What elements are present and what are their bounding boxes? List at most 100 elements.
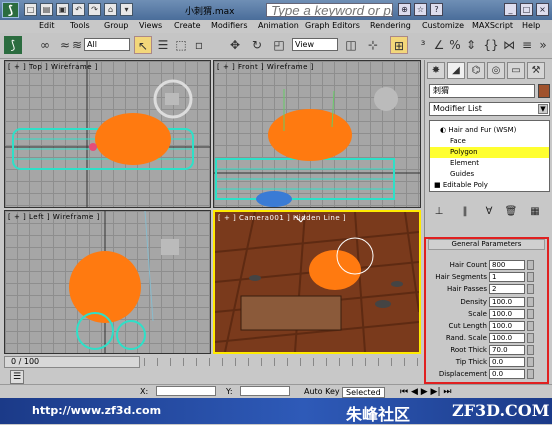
viewport-label-front[interactable]: [ + ] Front ] Wireframe ] bbox=[217, 63, 314, 71]
create-tab-icon[interactable]: ✸ bbox=[427, 62, 445, 79]
viewport-top[interactable]: [ + ] Top ] Wireframe ] bbox=[4, 60, 211, 208]
utilities-tab-icon[interactable]: ⚒ bbox=[527, 62, 545, 79]
menu-maxscript[interactable]: MAXScript bbox=[472, 21, 513, 30]
pivot-icon[interactable]: ◫ bbox=[342, 36, 360, 54]
scale-icon[interactable]: ◰ bbox=[270, 36, 288, 54]
menu-rendering[interactable]: Rendering bbox=[370, 21, 411, 30]
app-logo[interactable]: ⟆ bbox=[2, 2, 19, 18]
app-menu-icon[interactable]: ⟆ bbox=[4, 36, 22, 54]
stack-item-face[interactable]: Face bbox=[430, 136, 549, 147]
playback-controls-icon[interactable]: ⏮ ◀ ▶ ▶| ⏭ bbox=[400, 387, 451, 397]
binoculars-icon[interactable]: ⊕ bbox=[398, 3, 411, 16]
tip-thick-spinner[interactable] bbox=[527, 357, 534, 367]
viewport-label-left[interactable]: [ + ] Left ] Wireframe ] bbox=[8, 213, 100, 221]
open-file-icon[interactable]: ▤ bbox=[40, 3, 53, 16]
hair-passes-field[interactable]: 2 bbox=[489, 284, 525, 294]
scale-field[interactable]: 100.0 bbox=[489, 309, 525, 319]
viewport-label-camera[interactable]: [ + ] Camera001 ] Hidden Line ] bbox=[218, 214, 346, 222]
menu-group[interactable]: Group bbox=[104, 21, 128, 30]
site-url[interactable]: http://www.zf3d.com bbox=[32, 404, 161, 417]
cut-length-spinner[interactable] bbox=[527, 321, 534, 331]
displacement-field[interactable]: 0.0 bbox=[489, 369, 525, 379]
stack-item-guides[interactable]: Guides bbox=[430, 169, 549, 180]
viewport-left[interactable]: [ + ] Left ] Wireframe ] bbox=[4, 210, 211, 354]
viewport-camera[interactable]: [ + ] Camera001 ] Hidden Line ] bbox=[213, 210, 421, 354]
menu-tools[interactable]: Tools bbox=[70, 21, 90, 30]
help-icon[interactable]: ? bbox=[430, 3, 443, 16]
move-icon[interactable]: ✥ bbox=[226, 36, 244, 54]
auto-key-button[interactable]: Auto Key bbox=[304, 387, 340, 396]
menu-help[interactable]: Help bbox=[522, 21, 540, 30]
rotate-icon[interactable]: ↻ bbox=[248, 36, 266, 54]
menu-views[interactable]: Views bbox=[139, 21, 162, 30]
selection-filter-select[interactable]: All bbox=[84, 38, 130, 51]
star-icon[interactable]: ☆ bbox=[414, 3, 427, 16]
dropdown-icon[interactable]: ▾ bbox=[120, 3, 133, 16]
time-slider[interactable]: 0 / 100 bbox=[4, 356, 140, 368]
rollout-header[interactable]: General Parameters bbox=[428, 239, 545, 250]
hair-segments-spinner[interactable] bbox=[527, 272, 534, 282]
configure-sets-icon[interactable]: ▦ bbox=[527, 204, 543, 220]
stack-item-hair-fur[interactable]: ◐ Hair and Fur (WSM) bbox=[430, 125, 549, 136]
menu-graph-editors[interactable]: Graph Editors bbox=[305, 21, 360, 30]
menu-create[interactable]: Create bbox=[174, 21, 201, 30]
root-thick-spinner[interactable] bbox=[527, 345, 534, 355]
save-file-icon[interactable]: ▣ bbox=[56, 3, 69, 16]
hair-passes-spinner[interactable] bbox=[527, 284, 534, 294]
object-name-field[interactable]: 刺猬 bbox=[429, 84, 535, 98]
menu-customize[interactable]: Customize bbox=[422, 21, 464, 30]
select-object-icon[interactable]: ↖ bbox=[134, 36, 152, 54]
hair-segments-field[interactable]: 1 bbox=[489, 272, 525, 282]
named-selection-icon[interactable]: {} bbox=[482, 36, 500, 54]
mini-listener-icon[interactable]: ☰ bbox=[10, 370, 24, 384]
spinner-snap-icon[interactable]: ⇕ bbox=[462, 36, 480, 54]
mirror-icon[interactable]: ⋈ bbox=[500, 36, 518, 54]
holdfetch-icon[interactable]: ⌂ bbox=[104, 3, 117, 16]
search-input[interactable] bbox=[266, 3, 393, 17]
menu-modifiers[interactable]: Modifiers bbox=[211, 21, 248, 30]
link-icon[interactable]: ∞ bbox=[36, 36, 54, 54]
menu-edit[interactable]: Edit bbox=[39, 21, 55, 30]
density-spinner[interactable] bbox=[527, 297, 534, 307]
density-field[interactable]: 100.0 bbox=[489, 297, 525, 307]
cut-length-field[interactable]: 100.0 bbox=[489, 321, 525, 331]
stack-item-polygon[interactable]: Polygon bbox=[430, 147, 549, 158]
menu-animation[interactable]: Animation bbox=[258, 21, 299, 30]
close-button[interactable]: × bbox=[536, 3, 549, 16]
hair-count-field[interactable]: 800 bbox=[489, 260, 525, 270]
y-coord-field[interactable] bbox=[240, 386, 290, 396]
stack-item-editable-poly[interactable]: ■ Editable Poly bbox=[430, 180, 549, 191]
select-by-name-icon[interactable]: ☰ bbox=[154, 36, 172, 54]
motion-tab-icon[interactable]: ◎ bbox=[487, 62, 505, 79]
track-bar[interactable] bbox=[144, 358, 422, 366]
rect-selection-icon[interactable]: ⬚ bbox=[172, 36, 190, 54]
display-tab-icon[interactable]: ▭ bbox=[507, 62, 525, 79]
reference-coord-select[interactable]: View bbox=[292, 38, 338, 51]
undo-icon[interactable]: ↶ bbox=[72, 3, 85, 16]
tip-thick-field[interactable]: 0.0 bbox=[489, 357, 525, 367]
rand-scale-field[interactable]: 100.0 bbox=[489, 333, 525, 343]
pin-stack-icon[interactable]: ⊥ bbox=[431, 204, 447, 220]
root-thick-field[interactable]: 70.0 bbox=[489, 345, 525, 355]
maximize-button[interactable]: □ bbox=[520, 3, 533, 16]
x-coord-field[interactable] bbox=[156, 386, 216, 396]
toolbar-more-icon[interactable]: » bbox=[534, 36, 552, 54]
chevron-down-icon[interactable]: ▼ bbox=[538, 104, 548, 114]
modifier-list-select[interactable]: Modifier List ▼ bbox=[429, 102, 550, 116]
make-unique-icon[interactable]: ∀ bbox=[481, 204, 497, 220]
displacement-spinner[interactable] bbox=[527, 369, 534, 379]
scale-spinner[interactable] bbox=[527, 309, 534, 319]
hair-count-spinner[interactable] bbox=[527, 260, 534, 270]
viewport-front[interactable]: [ + ] Front ] Wireframe ] bbox=[213, 60, 421, 208]
modify-tab-icon[interactable]: ◢ bbox=[447, 62, 465, 79]
redo-icon[interactable]: ↷ bbox=[88, 3, 101, 16]
selected-select[interactable]: Selected bbox=[342, 387, 385, 398]
window-crossing-icon[interactable]: ▫ bbox=[190, 36, 208, 54]
keyboard-shortcut-icon[interactable]: ⊞ bbox=[390, 36, 408, 54]
viewport-label-top[interactable]: [ + ] Top ] Wireframe ] bbox=[8, 63, 98, 71]
select-manipulate-icon[interactable]: ⊹ bbox=[364, 36, 382, 54]
stack-item-element[interactable]: Element bbox=[430, 158, 549, 169]
show-end-result-icon[interactable]: ‖ bbox=[457, 204, 473, 220]
remove-modifier-icon[interactable]: 🗑 bbox=[503, 204, 519, 220]
object-color-swatch[interactable] bbox=[538, 84, 550, 98]
